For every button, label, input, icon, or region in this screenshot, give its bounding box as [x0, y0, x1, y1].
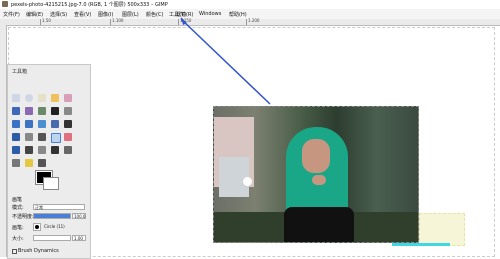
arrow-line — [180, 18, 271, 105]
annotation-arrow — [180, 17, 271, 105]
